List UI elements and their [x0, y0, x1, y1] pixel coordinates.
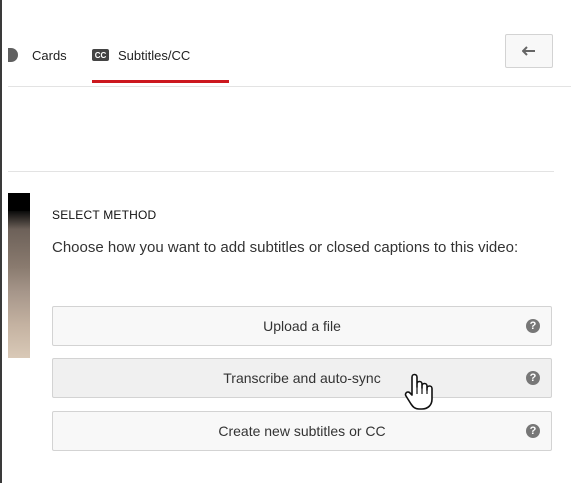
video-thumbnail-top [8, 193, 30, 211]
cards-icon [8, 48, 18, 62]
tab-cards-label: Cards [32, 47, 67, 63]
help-icon[interactable]: ? [526, 319, 540, 333]
hand-pointer-cursor-icon [404, 372, 436, 417]
create-new-subtitles-button[interactable]: Create new subtitles or CC ? [52, 411, 552, 451]
create-new-subtitles-label: Create new subtitles or CC [218, 423, 386, 439]
tab-subtitles-cc[interactable]: CC Subtitles/CC [92, 45, 190, 65]
video-thumbnail [8, 193, 30, 358]
tab-subtitles-label: Subtitles/CC [118, 47, 191, 63]
select-method-heading: SELECT METHOD [52, 208, 157, 222]
tab-cards[interactable]: Cards [8, 45, 67, 65]
cc-icon: CC [92, 49, 109, 61]
tab-bar: Cards CC Subtitles/CC [8, 9, 571, 87]
panel-left-edge [0, 0, 2, 483]
select-method-description: Choose how you want to add subtitles or … [52, 239, 519, 256]
back-arrow-icon [522, 46, 536, 56]
active-tab-indicator [92, 80, 229, 83]
upload-file-label: Upload a file [263, 318, 341, 334]
back-button[interactable] [505, 34, 553, 68]
help-icon[interactable]: ? [526, 424, 540, 438]
help-icon[interactable]: ? [526, 371, 540, 385]
transcribe-auto-sync-label: Transcribe and auto-sync [223, 370, 381, 386]
transcribe-auto-sync-button[interactable]: Transcribe and auto-sync ? [52, 358, 552, 398]
upload-file-button[interactable]: Upload a file ? [52, 306, 552, 346]
section-divider [8, 171, 554, 172]
